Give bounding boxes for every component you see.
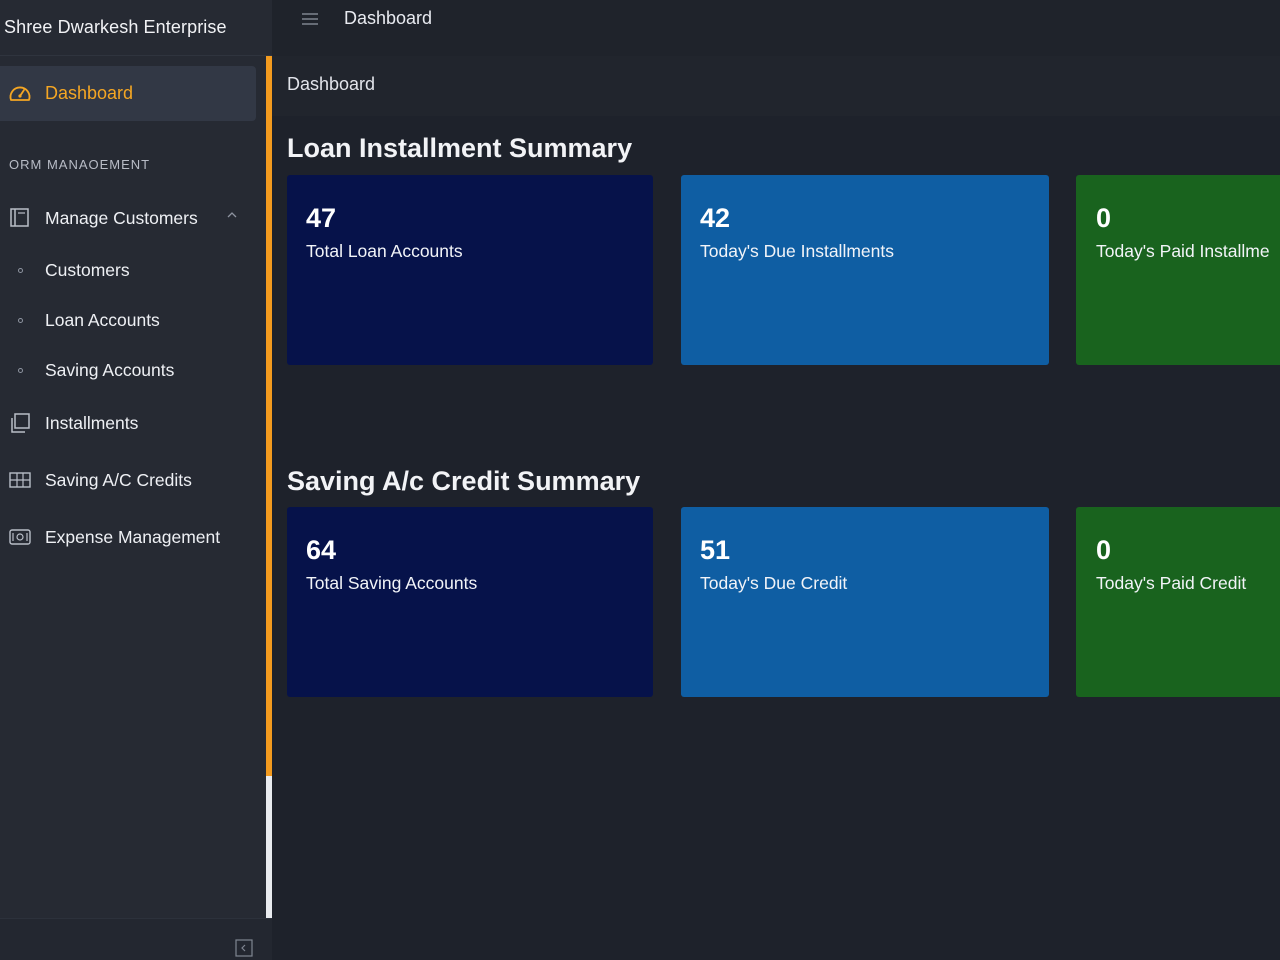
bullet-icon: [18, 268, 23, 273]
sidebar-section-label: ORM MANAOEMENT: [9, 157, 151, 172]
card-value: 51: [700, 535, 731, 565]
collapse-left-icon[interactable]: [235, 939, 253, 957]
sidebar-item-expense-management[interactable]: Expense Management: [0, 517, 256, 557]
table-icon: [9, 472, 31, 488]
page-title: Dashboard: [344, 8, 433, 28]
card-value: 47: [306, 203, 337, 233]
bullet-icon: [18, 368, 23, 373]
card-value: 0: [1096, 203, 1112, 233]
card-value: 64: [306, 535, 337, 565]
sidebar-item-manage-customers[interactable]: Manage Customers: [0, 198, 256, 238]
sidebar-footer: [0, 918, 272, 960]
speedometer-icon: [9, 86, 31, 101]
card-label: Today's Due Installments: [700, 241, 894, 261]
hamburger-icon[interactable]: [300, 10, 320, 28]
breadcrumb: Dashboard: [272, 56, 1280, 116]
card-label: Today's Paid Installme: [1096, 241, 1270, 261]
card-value: 42: [700, 203, 731, 233]
card-label: Total Saving Accounts: [306, 573, 478, 593]
saving-summary-title: Saving A/c Credit Summary: [287, 466, 641, 496]
card-todays-due-credit[interactable]: 51 Today's Due Credit: [681, 507, 1049, 697]
sidebar-item-label: Saving Accounts: [45, 360, 175, 380]
card-todays-paid-installments[interactable]: 0 Today's Paid Installme: [1076, 175, 1280, 365]
sidebar-item-saving-credits[interactable]: Saving A/C Credits: [0, 460, 256, 500]
card-todays-due-installments[interactable]: 42 Today's Due Installments: [681, 175, 1049, 365]
sidebar-item-label: Installments: [45, 413, 139, 433]
sidebar-item-dashboard[interactable]: Dashboard: [0, 66, 256, 121]
loan-summary-title: Loan Installment Summary: [287, 133, 633, 163]
book-icon: [10, 208, 29, 227]
sidebar-item-saving-accounts[interactable]: Saving Accounts: [0, 350, 256, 390]
card-label: Today's Paid Credit: [1096, 573, 1247, 593]
wallet-icon: [9, 529, 31, 545]
card-total-loan-accounts[interactable]: 47 Total Loan Accounts: [287, 175, 653, 365]
topbar: Dashboard: [272, 0, 1280, 56]
app-root: Shree Dwarkesh Enterprise Dashboard ORM …: [0, 0, 1280, 960]
sidebar-item-label: Manage Customers: [45, 208, 198, 228]
sidebar-item-installments[interactable]: Installments: [0, 403, 256, 443]
card-label: Today's Due Credit: [700, 573, 848, 593]
sidebar-item-customers[interactable]: Customers: [0, 250, 256, 290]
sidebar: Shree Dwarkesh Enterprise Dashboard ORM …: [0, 0, 272, 960]
sidebar-item-loan-accounts[interactable]: Loan Accounts: [0, 300, 256, 340]
chevron-up-icon[interactable]: [225, 208, 239, 222]
card-label: Total Loan Accounts: [306, 241, 463, 261]
sidebar-item-label: Loan Accounts: [45, 310, 160, 330]
breadcrumb-current: Dashboard: [287, 74, 376, 94]
sidebar-item-label: Customers: [45, 260, 130, 280]
sidebar-item-label: Expense Management: [45, 527, 221, 547]
sidebar-item-label: Dashboard: [45, 83, 134, 103]
card-todays-paid-credit[interactable]: 0 Today's Paid Credit: [1076, 507, 1280, 697]
sidebar-item-label: Saving A/C Credits: [45, 470, 192, 490]
brand-title: Shree Dwarkesh Enterprise: [0, 0, 272, 56]
sidebar-scrollbar-thumb[interactable]: [266, 56, 272, 776]
card-value: 0: [1096, 535, 1112, 565]
card-total-saving-accounts[interactable]: 64 Total Saving Accounts: [287, 507, 653, 697]
bullet-icon: [18, 318, 23, 323]
copy-icon: [11, 413, 30, 433]
